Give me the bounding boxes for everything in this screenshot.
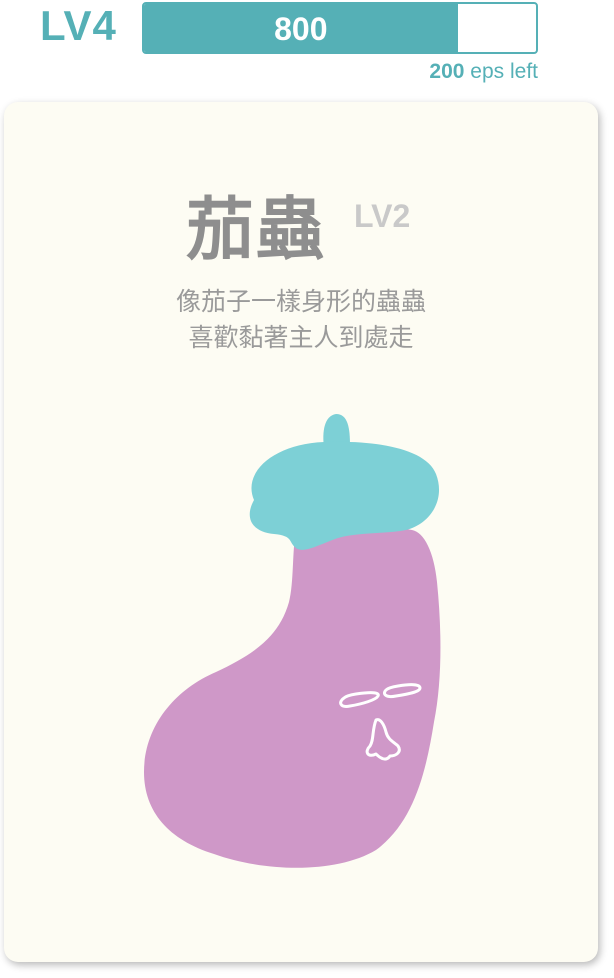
creature-description: 像茄子一樣身形的蟲蟲 喜歡黏著主人到處走 — [4, 284, 598, 356]
experience-points-value: 800 — [274, 11, 328, 47]
creature-name: 茄蟲 — [186, 191, 327, 270]
creature-description-line: 像茄子一樣身形的蟲蟲 — [175, 287, 426, 316]
eggplant-cap — [249, 414, 440, 550]
points-remaining-suffix: eps left — [464, 60, 538, 83]
header: LV4 800 200 eps left — [0, 0, 614, 96]
eggplant-bug-illustration — [144, 414, 441, 868]
creature-card[interactable]: 茄蟲 LV2 像茄子一樣身形的蟲蟲 喜歡黏著主人到處走 — [4, 102, 598, 962]
experience-progress-bar: 800 — [142, 2, 538, 54]
points-remaining-count: 200 — [429, 60, 465, 83]
creature-description-line: 喜歡黏著主人到處走 — [188, 323, 414, 352]
creature-level-badge: LV2 — [354, 198, 411, 234]
points-remaining-label: 200 eps left — [429, 60, 538, 84]
player-level-badge: LV4 — [40, 2, 117, 49]
